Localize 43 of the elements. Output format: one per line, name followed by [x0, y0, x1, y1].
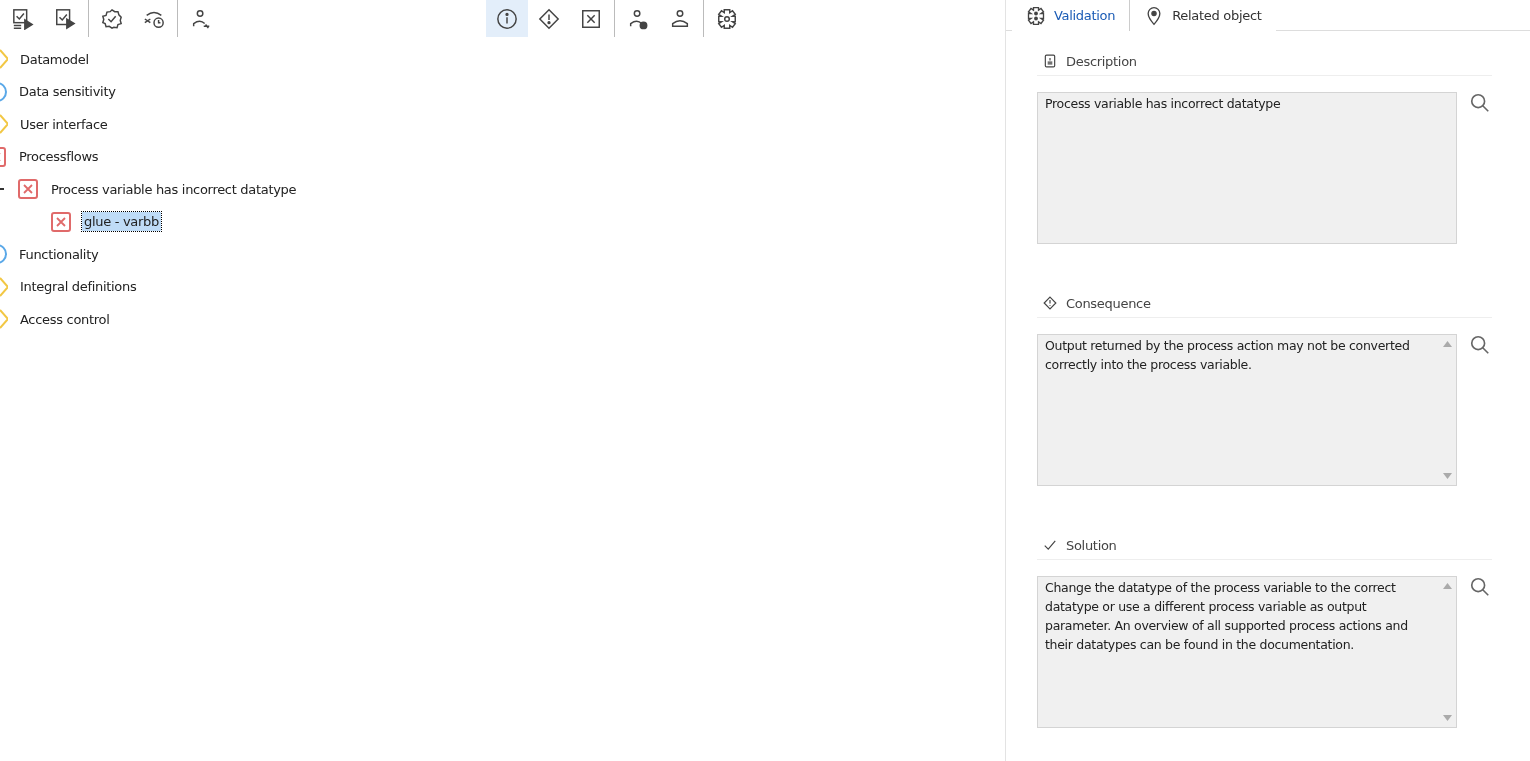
- user-question-icon: [627, 7, 649, 30]
- tree-item[interactable]: glue - varbb: [82, 212, 161, 232]
- warning-icon: [0, 308, 8, 331]
- user-icon: [669, 7, 691, 30]
- tree-item[interactable]: Access control: [18, 309, 112, 329]
- tree-item[interactable]: Process variable has incorrect datatype: [49, 179, 299, 199]
- warning-icon: [0, 48, 8, 71]
- warning-icon: [0, 113, 8, 136]
- error-icon: [0, 145, 7, 168]
- error-icon: [17, 178, 39, 201]
- error-icon: [580, 7, 602, 30]
- tree-item[interactable]: Data sensitivity: [17, 82, 118, 102]
- gear-icon: [1026, 5, 1046, 26]
- tree-item[interactable]: Functionality: [17, 244, 101, 264]
- document-icon: [1043, 54, 1057, 68]
- tree-item[interactable]: User interface: [18, 114, 110, 134]
- warning-icon: [0, 275, 8, 298]
- section-title: Solution: [1066, 537, 1117, 553]
- info-icon: [0, 80, 7, 103]
- toolbar-button[interactable]: [486, 0, 528, 37]
- section-title: Consequence: [1066, 295, 1151, 311]
- tree-item[interactable]: Processflows: [17, 147, 101, 167]
- gear-icon: [716, 7, 738, 30]
- check-play-icon: [54, 7, 76, 30]
- info-icon: [496, 7, 518, 30]
- badge-check-icon: [101, 7, 123, 30]
- warning-icon: [538, 7, 560, 30]
- text-area[interactable]: Process variable has incorrect datatype: [1037, 92, 1457, 244]
- tree-item[interactable]: Datamodel: [18, 49, 91, 69]
- text-area[interactable]: Output returned by the process action may not be converted correctly into the process variable.: [1037, 334, 1457, 486]
- tab[interactable]: Validation: [1012, 0, 1131, 31]
- section-title: Description: [1066, 53, 1137, 69]
- checklist-play-icon: [12, 7, 34, 30]
- info-icon: [0, 243, 7, 266]
- search-icon[interactable]: [1469, 92, 1491, 114]
- warning-icon: [1043, 296, 1057, 310]
- error-icon: [50, 210, 72, 233]
- check-icon: [1043, 538, 1057, 552]
- user-link-icon: [190, 7, 212, 30]
- text-area[interactable]: Change the datatype of the process variable to the correct datatype or use a different process variable as output parameter. An overview of all supported process actions and their datatypes can be found in the documentation.: [1037, 576, 1457, 728]
- search-icon[interactable]: [1469, 334, 1491, 356]
- search-icon[interactable]: [1469, 576, 1491, 598]
- tree-item[interactable]: Integral definitions: [18, 277, 139, 297]
